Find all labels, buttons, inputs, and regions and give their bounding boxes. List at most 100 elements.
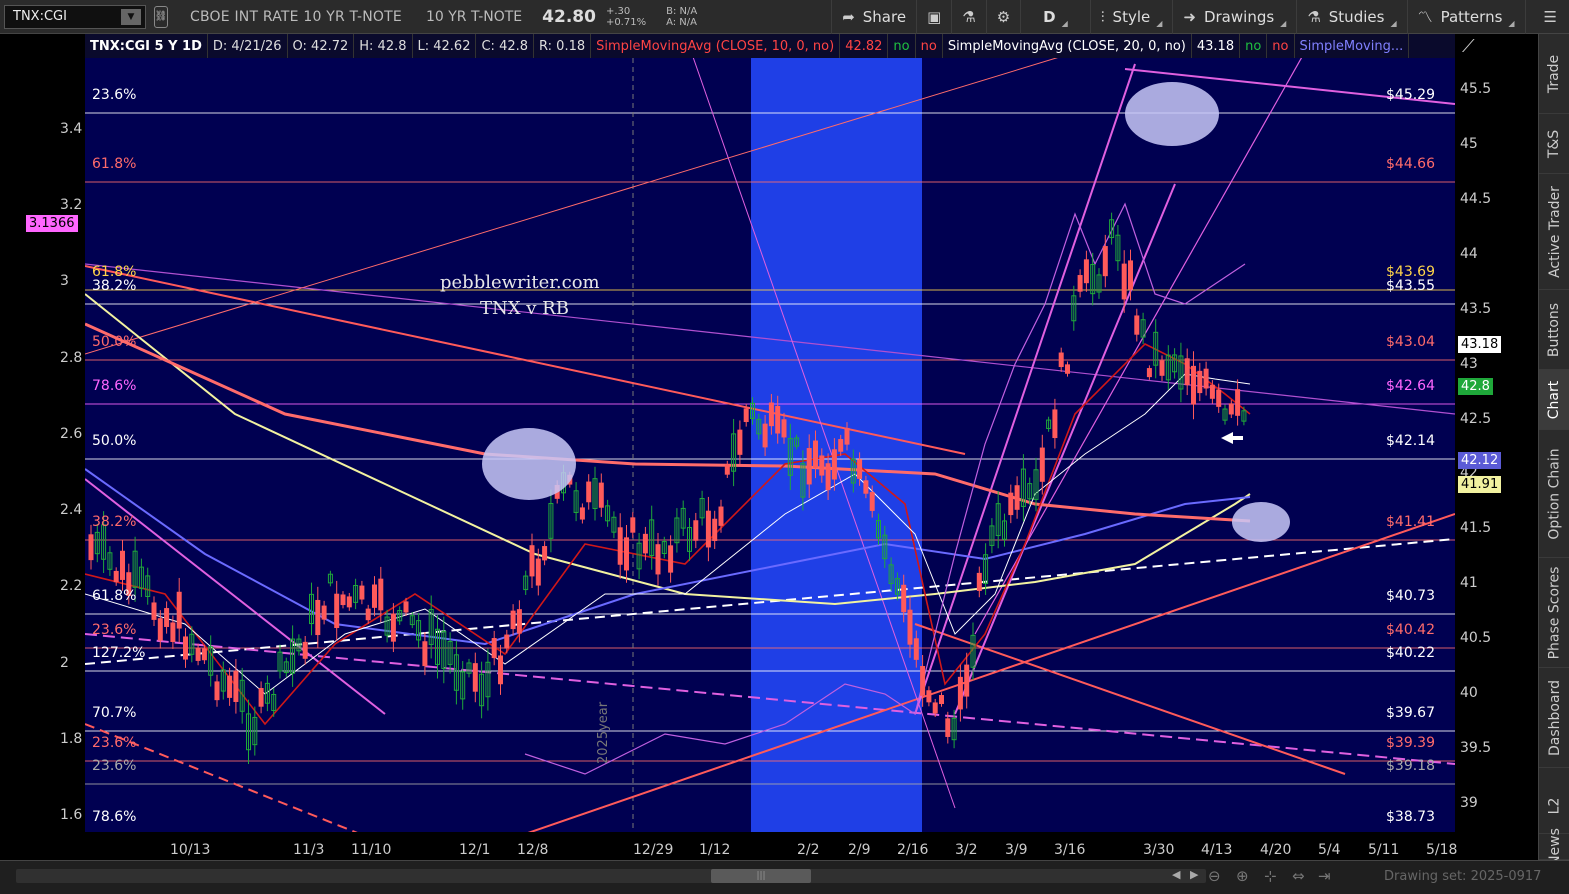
candle-body	[365, 608, 371, 621]
sidebar-tab-buttons[interactable]: Buttons	[1539, 290, 1569, 370]
year-marker-label: 2025year	[596, 701, 611, 764]
candle-body	[825, 463, 831, 491]
sidebar-tab-label: Chart	[1546, 380, 1563, 419]
study-sma20-label[interactable]: SimpleMovingAvg (CLOSE, 20, 0, no)	[943, 34, 1192, 58]
hamburger-menu-icon: ☰	[1543, 7, 1557, 26]
scroll-right-icon[interactable]: ▶	[1190, 868, 1198, 881]
candle-body	[939, 695, 944, 705]
ohlc-open: O: 42.72	[288, 34, 355, 58]
patterns-button[interactable]: 〽 Patterns ◢	[1406, 0, 1525, 34]
style-button[interactable]: ⫶ Style ◢	[1089, 0, 1173, 34]
candle-body	[390, 613, 396, 642]
sidebar-tab-active-trader[interactable]: Active Trader	[1539, 174, 1569, 290]
candle-body	[913, 638, 919, 660]
symbol-selector[interactable]: TNX:CGI ▼	[4, 4, 146, 29]
candle-body	[1134, 315, 1140, 335]
flask-button[interactable]: ⚗	[951, 0, 985, 34]
menu-button[interactable]: ☰	[1524, 0, 1569, 34]
scroll-left-icon[interactable]: ◀	[1172, 868, 1180, 881]
share-button[interactable]: ➦ Share	[831, 0, 916, 34]
date-axis-label: 2/9	[848, 842, 871, 858]
sidebar-tab-label: Active Trader	[1546, 185, 1563, 278]
candle-style-icon: ⫶	[1100, 7, 1105, 26]
net-change: +.30 +0.71%	[606, 6, 646, 28]
fib-label-left: 127.2%	[92, 645, 146, 661]
study-sma20-value: 43.18	[1192, 34, 1241, 58]
draw-tool-icon[interactable]: ⟋	[1462, 36, 1475, 57]
studies-button[interactable]: ⚗ Studies ◢	[1296, 0, 1406, 34]
trendline-thin-red	[85, 58, 1058, 355]
sidebar-tab-chart[interactable]: Chart	[1539, 370, 1569, 430]
right-axis-tick: 44.5	[1460, 190, 1492, 207]
link-icon[interactable]: ⛓	[154, 5, 168, 28]
price-badge: 41.91	[1458, 476, 1502, 493]
zoom-in-icon[interactable]: ⊕	[1236, 867, 1249, 885]
date-axis-label: 5/18	[1426, 842, 1458, 858]
sidebar-tab-label: Buttons	[1546, 302, 1563, 357]
chart-area[interactable]: TNX:CGI 5 Y 1D D: 4/21/26 O: 42.72 H: 42…	[0, 34, 1538, 860]
fib-label-left: 38.2%	[92, 514, 137, 530]
right-axis-tick: 43	[1460, 355, 1478, 372]
date-axis-label: 3/16	[1054, 842, 1086, 858]
candle-body	[932, 702, 938, 714]
left-axis-tick: 2.8	[60, 349, 83, 366]
candle-body	[901, 584, 907, 613]
fib-label-right: $39.39	[1386, 735, 1435, 751]
fit-chart-icon[interactable]: ⇥	[1318, 867, 1331, 885]
candle-body	[579, 507, 585, 520]
crosshair-icon[interactable]: ⊹	[1264, 867, 1277, 885]
zoom-out-icon[interactable]: ⊖	[1208, 867, 1221, 885]
study-sma10-flag1: no	[888, 34, 916, 58]
study-sma10-label[interactable]: SimpleMovingAvg (CLOSE, 10, 0, no)	[591, 34, 841, 58]
candle-body	[1235, 389, 1241, 416]
candle-body	[321, 605, 327, 620]
drawings-button[interactable]: ➜ Drawings ◢	[1172, 0, 1296, 34]
ohlc-low: L: 42.62	[413, 34, 477, 58]
candle-body	[712, 518, 718, 541]
candle-body	[813, 440, 818, 468]
price-plot[interactable]: pebblewriter.com TNX v RB	[85, 58, 1455, 832]
period-button[interactable]: D ◢	[1020, 0, 1090, 34]
right-axis-tick: 39.5	[1460, 740, 1492, 757]
top-toolbar: TNX:CGI ▼ ⛓ CBOE INT RATE 10 YR T-NOTE 1…	[0, 0, 1569, 34]
candle-body	[378, 578, 384, 611]
study-sma10-flag2: no	[916, 34, 943, 58]
study-sma-more-label[interactable]: SimpleMoving...	[1295, 34, 1410, 58]
date-axis-label: 3/9	[1005, 842, 1028, 858]
flask-icon: ⚗	[1307, 7, 1321, 26]
chevron-down-icon[interactable]: ▼	[121, 8, 141, 25]
sidebar-tab-l2[interactable]: L2	[1539, 778, 1569, 834]
gear-button[interactable]: ⚙	[985, 0, 1020, 34]
expand-arrows-icon[interactable]: ⇔	[1292, 867, 1305, 885]
sidebar-tab-phase-scores[interactable]: Phase Scores	[1539, 558, 1569, 668]
chart-settings-button[interactable]: ▣	[916, 0, 951, 34]
dropdown-corner-icon: ◢	[1061, 18, 1068, 28]
sidebar-tab-dashboard[interactable]: Dashboard	[1539, 668, 1569, 768]
sidebar-tab-news[interactable]: News	[1539, 828, 1569, 865]
left-axis-tick: 3.2	[60, 197, 83, 214]
sidebar-tab-option-chain[interactable]: Option Chain	[1539, 430, 1569, 558]
sidebar-tab-t-s[interactable]: T&S	[1539, 114, 1569, 174]
candle-body	[422, 641, 428, 667]
study-sma10-value: 42.82	[840, 34, 889, 58]
trendline-red-lower	[914, 623, 1346, 775]
fib-label-left: 61.8%	[92, 156, 137, 172]
arrow-marker-tail	[1231, 436, 1243, 440]
ohlc-close: C: 42.8	[476, 34, 535, 58]
fib-label-right: $41.41	[1386, 514, 1435, 530]
highlight-ellipse	[482, 428, 576, 500]
horizontal-scrollbar[interactable]: |||	[16, 869, 1206, 883]
candle-body	[844, 427, 850, 445]
sidebar-tab-trade[interactable]: Trade	[1539, 34, 1569, 114]
candle-body	[768, 402, 774, 427]
left-axis-tick: 2.6	[60, 425, 83, 442]
candle-body	[1102, 246, 1108, 277]
candle-body	[775, 405, 781, 434]
scrollbar-thumb[interactable]: |||	[711, 869, 811, 883]
candle-body	[964, 664, 970, 697]
left-axis-tick: 3.4	[60, 121, 83, 137]
candle-body	[869, 492, 875, 511]
chart-symbol-period: TNX:CGI 5 Y 1D	[85, 34, 208, 58]
candle-body	[535, 558, 541, 586]
candle-body	[668, 545, 674, 573]
